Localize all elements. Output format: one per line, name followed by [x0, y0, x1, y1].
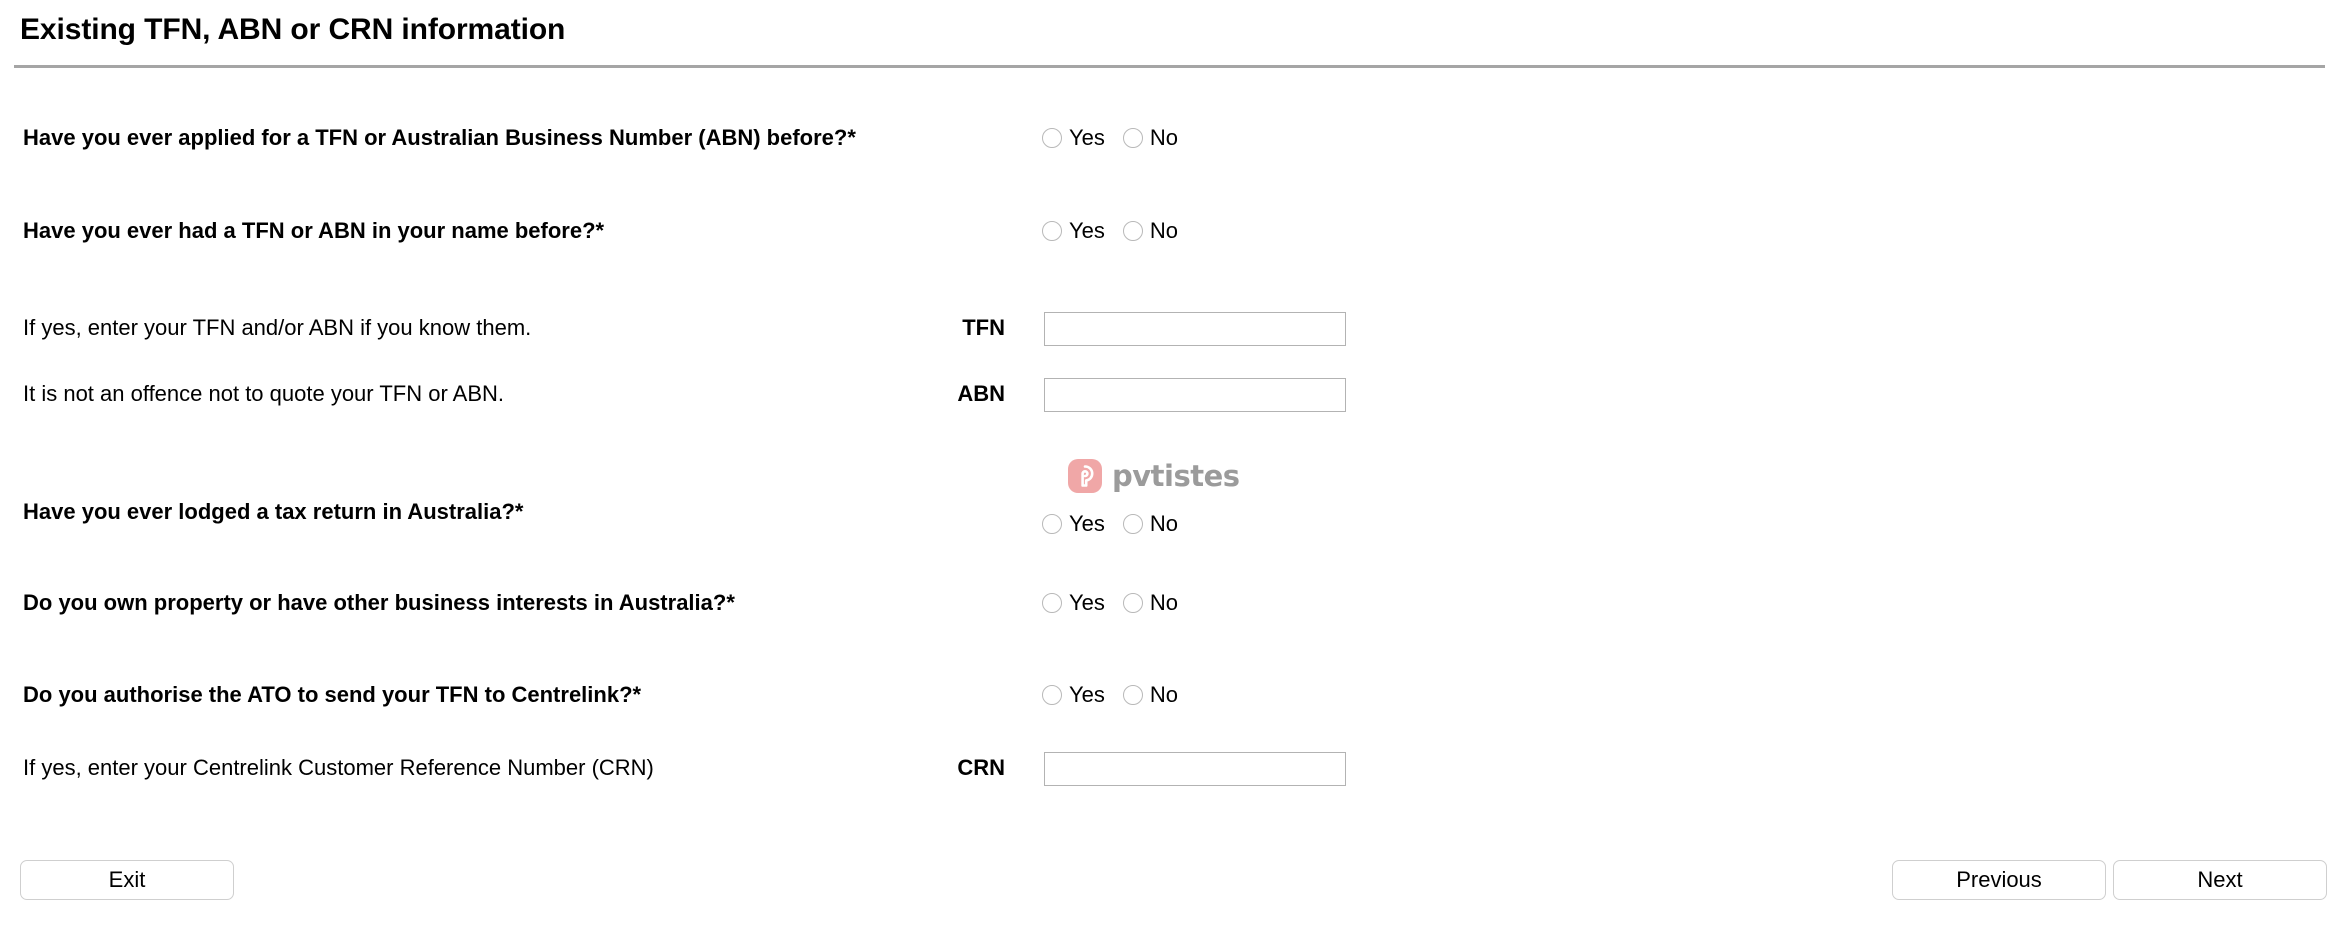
radio-label-yes: Yes [1069, 682, 1105, 707]
form-body: Have you ever applied for a TFN or Austr… [0, 0, 2342, 936]
radio-label-no: No [1149, 682, 1179, 707]
radio-circle-icon[interactable] [1122, 221, 1143, 241]
question-label-own-property: Do you own property or have other busine… [23, 590, 735, 615]
question-label-authorise-ato: Do you authorise the ATO to send your TF… [23, 682, 642, 707]
radio-authorise-ato-no[interactable]: No [1122, 673, 1179, 717]
tfn-input[interactable] [1044, 312, 1346, 346]
radio-label-yes: Yes [1069, 590, 1105, 615]
exit-button[interactable]: Exit [20, 860, 234, 900]
radio-group-own-property: Yes No [1042, 581, 1196, 625]
helper-text-abn: It is not an offence not to quote your T… [23, 381, 505, 406]
radio-lodged-tax-return-yes[interactable]: Yes [1042, 502, 1105, 546]
pvtistes-watermark: pvtistes [1068, 459, 1240, 493]
radio-own-property-no[interactable]: No [1122, 581, 1179, 625]
radio-group-authorise-ato: Yes No [1042, 673, 1196, 717]
radio-label-no: No [1149, 125, 1179, 150]
helper-text-crn: If yes, enter your Centrelink Customer R… [23, 755, 654, 780]
form-row-had-tfn-abn: Have you ever had a TFN or ABN in your n… [0, 209, 2342, 253]
crn-input[interactable] [1044, 752, 1346, 786]
form-row-crn: If yes, enter your Centrelink Customer R… [0, 746, 2342, 790]
pvtistes-logo-icon [1068, 459, 1102, 493]
radio-group-lodged-tax-return: Yes No [1042, 502, 1196, 546]
next-button[interactable]: Next [2113, 860, 2327, 900]
radio-circle-icon[interactable] [1042, 221, 1062, 241]
radio-had-tfn-abn-yes[interactable]: Yes [1042, 209, 1105, 253]
radio-circle-icon[interactable] [1122, 514, 1143, 534]
radio-circle-icon[interactable] [1122, 685, 1143, 705]
radio-applied-tfn-abn-no[interactable]: No [1122, 116, 1179, 160]
radio-had-tfn-abn-no[interactable]: No [1122, 209, 1179, 253]
radio-label-no: No [1149, 590, 1179, 615]
form-row-lodged-tax-return: Have you ever lodged a tax return in Aus… [0, 490, 2342, 535]
field-label-tfn: TFN [962, 315, 1005, 340]
helper-text-tfn: If yes, enter your TFN and/or ABN if you… [23, 315, 532, 340]
radio-label-yes: Yes [1069, 511, 1105, 536]
radio-label-yes: Yes [1069, 125, 1105, 150]
abn-input[interactable] [1044, 378, 1346, 412]
radio-group-applied-tfn-abn: Yes No [1042, 116, 1196, 160]
radio-group-had-tfn-abn: Yes No [1042, 209, 1196, 253]
radio-circle-icon[interactable] [1122, 593, 1143, 613]
radio-circle-icon[interactable] [1042, 514, 1062, 534]
pvtistes-watermark-text: pvtistes [1112, 458, 1240, 493]
form-row-authorise-ato: Do you authorise the ATO to send your TF… [0, 673, 2342, 717]
radio-circle-icon[interactable] [1042, 685, 1062, 705]
question-label-had-tfn-abn: Have you ever had a TFN or ABN in your n… [23, 218, 605, 243]
radio-label-no: No [1149, 511, 1179, 536]
radio-circle-icon[interactable] [1042, 593, 1062, 613]
radio-own-property-yes[interactable]: Yes [1042, 581, 1105, 625]
tfn-abn-crn-form-page: Existing TFN, ABN or CRN information Hav… [0, 0, 2342, 936]
form-row-own-property: Do you own property or have other busine… [0, 581, 2342, 625]
radio-lodged-tax-return-no[interactable]: No [1122, 502, 1179, 546]
radio-label-no: No [1149, 218, 1179, 243]
form-row-abn: It is not an offence not to quote your T… [0, 372, 2342, 416]
radio-circle-icon[interactable] [1122, 128, 1143, 148]
form-row-tfn: If yes, enter your TFN and/or ABN if you… [0, 306, 2342, 350]
previous-button[interactable]: Previous [1892, 860, 2106, 900]
field-label-abn: ABN [957, 381, 1005, 406]
field-label-crn: CRN [957, 755, 1005, 780]
question-label-lodged-tax-return: Have you ever lodged a tax return in Aus… [23, 499, 524, 524]
form-row-applied-tfn-abn: Have you ever applied for a TFN or Austr… [0, 116, 2342, 160]
radio-circle-icon[interactable] [1042, 128, 1062, 148]
radio-label-yes: Yes [1069, 218, 1105, 243]
radio-authorise-ato-yes[interactable]: Yes [1042, 673, 1105, 717]
radio-applied-tfn-abn-yes[interactable]: Yes [1042, 116, 1105, 160]
question-label-applied-tfn-abn: Have you ever applied for a TFN or Austr… [23, 125, 856, 150]
